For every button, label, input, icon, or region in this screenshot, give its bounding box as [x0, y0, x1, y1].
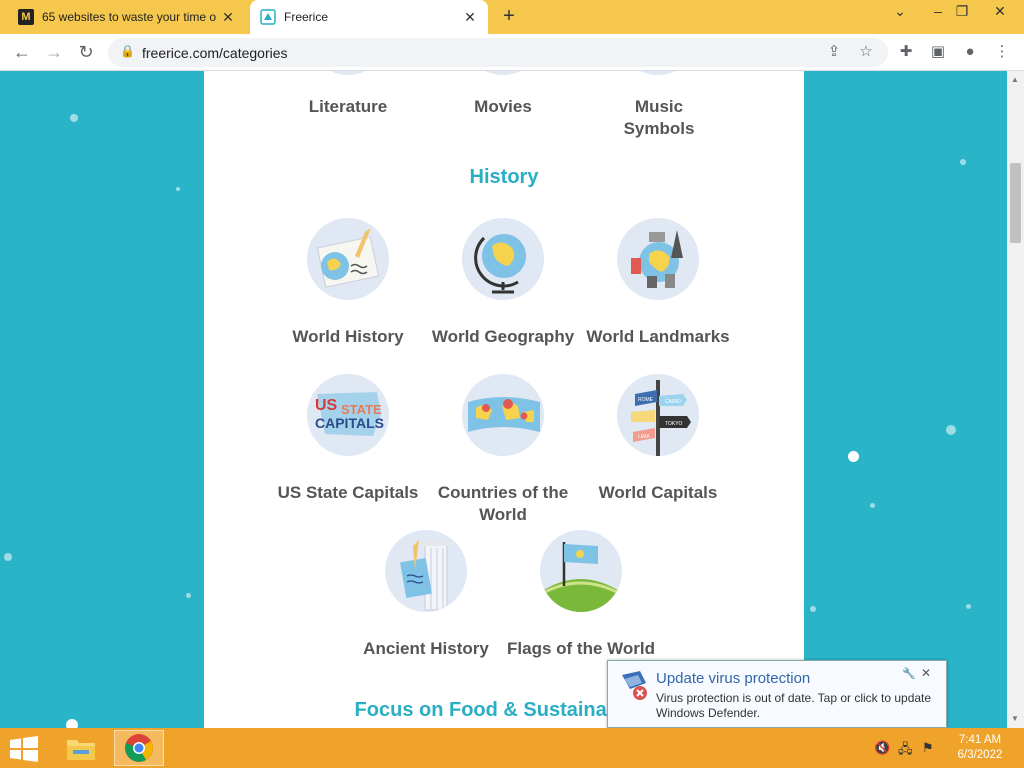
svg-text:LIMA: LIMA — [638, 434, 650, 440]
background-dot — [176, 187, 180, 191]
category-label: Countries of the World — [437, 483, 569, 524]
background-dot — [946, 425, 956, 435]
close-window-button[interactable]: ✕ — [984, 0, 1016, 24]
scroll-up-arrow-icon[interactable]: ▲ — [1011, 75, 1020, 84]
category-label: Flags of the World — [507, 639, 655, 658]
forward-button[interactable]: → — [42, 41, 66, 65]
bookmark-star-icon[interactable]: ☆ — [854, 41, 878, 65]
taskbar: 🔇 🖧 ⚑ 7:41 AM 6/3/2022 — [0, 728, 1024, 768]
music-symbols-icon[interactable] — [617, 71, 699, 75]
background-dot — [848, 451, 859, 462]
category-us-state-capitals[interactable]: US STATE CAPITALS US State Capitals — [273, 374, 423, 504]
svg-text:CAPITALS: CAPITALS — [315, 415, 384, 431]
background-dot — [4, 553, 12, 561]
background-dot — [186, 593, 191, 598]
background-dot — [870, 503, 875, 508]
menu-icon[interactable]: ⋮ — [990, 41, 1014, 65]
defender-notification[interactable]: Update virus protection Virus protection… — [607, 660, 947, 728]
background-dot — [966, 604, 971, 609]
signpost-icon: ROME CAIRO TOKYO LIMA — [617, 374, 699, 456]
svg-text:TOKYO: TOKYO — [665, 421, 683, 427]
background-dot — [66, 719, 78, 728]
category-world-landmarks[interactable]: World Landmarks — [583, 218, 733, 348]
flag-hill-icon — [540, 530, 622, 612]
profile-avatar-icon[interactable]: ● — [958, 41, 982, 65]
category-world-capitals[interactable]: ROME CAIRO TOKYO LIMA World Capitals — [583, 374, 733, 504]
background-dot — [70, 114, 78, 122]
category-literature[interactable]: Literature — [273, 96, 423, 118]
movies-icon[interactable] — [462, 71, 544, 75]
tab-title: Freerice — [284, 10, 329, 24]
close-tab-icon[interactable]: ✕ — [462, 9, 478, 26]
notification-message: Virus protection is out of date. Tap or … — [656, 691, 932, 720]
category-movies[interactable]: Movies — [428, 96, 578, 118]
tab-title: 65 websites to waste your time o — [42, 10, 217, 24]
action-center-flag-icon[interactable]: ⚑ — [922, 740, 934, 756]
volume-muted-icon[interactable]: 🔇 — [874, 740, 890, 756]
svg-text:US: US — [315, 397, 338, 414]
category-world-history[interactable]: World History — [273, 218, 423, 348]
freerice-logo-icon — [260, 9, 276, 25]
browser-toolbar: ← → ↻ 🔒 freerice.com/categories ⇪ ☆ ✚ ▣ … — [0, 34, 1024, 71]
tab-search-icon[interactable]: ⌄ — [884, 0, 916, 24]
chrome-icon[interactable] — [114, 730, 164, 766]
extensions-icon[interactable]: ✚ — [894, 41, 918, 65]
url-text: freerice.com/categories — [142, 45, 288, 61]
lock-icon: 🔒 — [120, 44, 135, 58]
category-flags-of-the-world[interactable]: Flags of the World — [506, 530, 656, 660]
windows-start-icon[interactable] — [10, 736, 38, 762]
close-tab-icon[interactable]: ✕ — [220, 9, 236, 26]
close-notification-icon[interactable]: ✕ — [921, 666, 931, 680]
network-icon[interactable]: 🖧 — [898, 740, 913, 762]
scrollbar-thumb[interactable] — [1010, 163, 1021, 243]
background-dot — [810, 606, 816, 612]
literature-icon[interactable] — [307, 71, 389, 75]
category-ancient-history[interactable]: Ancient History — [351, 530, 501, 660]
category-world-geography[interactable]: World Geography — [428, 218, 578, 348]
category-label: World Geography — [431, 327, 575, 346]
category-countries-of-the-world[interactable]: Countries of the World — [428, 374, 578, 526]
background-dot — [960, 159, 966, 165]
category-label: World History — [292, 327, 404, 346]
m-logo-icon: M — [18, 9, 34, 25]
notification-title: Update virus protection — [656, 670, 811, 687]
file-explorer-icon[interactable] — [56, 730, 106, 766]
category-label: Ancient History — [363, 639, 489, 658]
back-button[interactable]: ← — [10, 41, 34, 65]
map-icon — [462, 374, 544, 456]
svg-text:CAIRO: CAIRO — [665, 399, 681, 405]
page-scrollbar[interactable]: ▲ ▼ — [1007, 71, 1024, 728]
tab-freerice[interactable]: Freerice ✕ — [250, 0, 488, 34]
page-viewport: Literature Movies Music Symbols History … — [0, 71, 1024, 728]
landmarks-icon — [617, 218, 699, 300]
tab-strip: M 65 websites to waste your time o ✕ Fre… — [0, 0, 1024, 34]
settings-wrench-icon[interactable]: 🔧 — [902, 667, 916, 680]
category-label: World Landmarks — [586, 327, 730, 346]
taskbar-clock[interactable]: 7:41 AM 6/3/2022 — [948, 733, 1012, 763]
reload-button[interactable]: ↻ — [74, 41, 98, 65]
scroll-down-arrow-icon[interactable]: ▼ — [1011, 714, 1020, 723]
side-panel-icon[interactable]: ▣ — [926, 41, 950, 65]
clock-time: 7:41 AM — [958, 734, 1002, 746]
world-history-icon — [307, 218, 389, 300]
categories-panel: Literature Movies Music Symbols History … — [204, 71, 804, 728]
share-icon[interactable]: ⇪ — [822, 41, 846, 65]
clock-date: 6/3/2022 — [957, 749, 1003, 761]
restore-button[interactable]: ❐ — [946, 0, 978, 24]
address-bar[interactable]: 🔒 freerice.com/categories — [108, 38, 888, 67]
svg-text:ROME: ROME — [638, 397, 654, 403]
us-state-capitals-icon: US STATE CAPITALS — [307, 374, 389, 456]
globe-icon — [462, 218, 544, 300]
category-label: US State Capitals — [277, 483, 419, 502]
column-scroll-icon — [385, 530, 467, 612]
section-title-history: History — [469, 166, 539, 188]
defender-warning-icon — [618, 669, 650, 701]
category-music-symbols[interactable]: Music Symbols — [618, 96, 700, 140]
new-tab-button[interactable]: + — [498, 6, 520, 28]
tab-websites[interactable]: M 65 websites to waste your time o ✕ — [8, 0, 246, 34]
category-label: World Capitals — [598, 483, 718, 502]
